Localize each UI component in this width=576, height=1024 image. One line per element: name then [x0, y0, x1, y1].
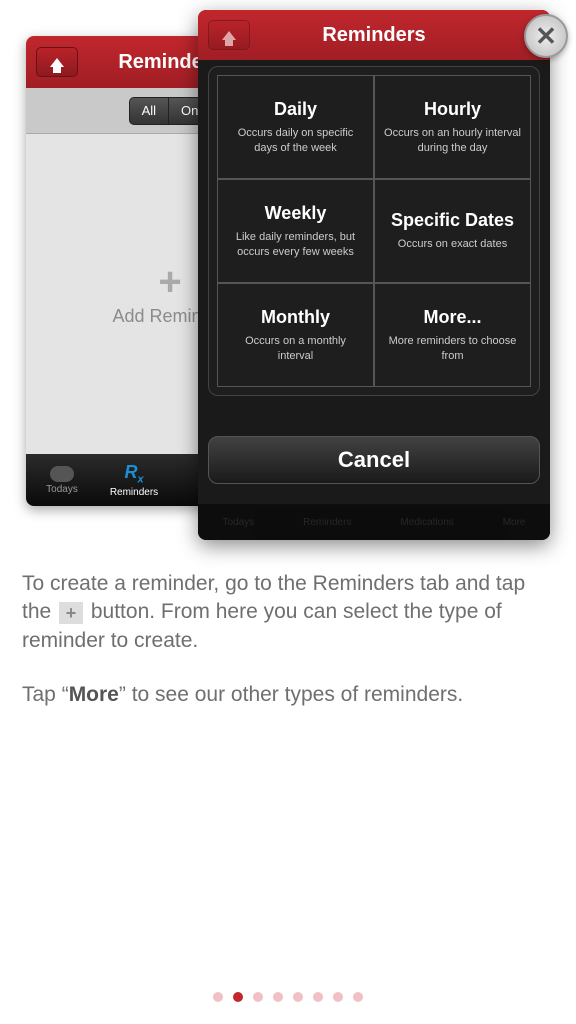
tab-todays[interactable]: Todays [26, 466, 98, 495]
option-title: More... [423, 307, 481, 328]
option-title: Hourly [424, 99, 481, 120]
screenshot-stage: Reminders All On + Add Reminder Todays R… [0, 0, 576, 540]
option-desc: Occurs daily on specific days of the wee… [226, 126, 365, 155]
option-title: Weekly [265, 203, 327, 224]
option-desc: Occurs on exact dates [398, 237, 507, 251]
option-more[interactable]: More... More reminders to choose from [374, 283, 531, 387]
home-icon [50, 58, 64, 67]
option-title: Daily [274, 99, 317, 120]
inline-plus-icon: + [59, 602, 83, 624]
header-bar-front: Reminders [198, 10, 550, 60]
phone-frame-front: Reminders Add Reminder Daily Occurs dail… [198, 10, 550, 540]
option-desc: Like daily reminders, but occurs every f… [226, 230, 365, 259]
modal-area: Daily Occurs daily on specific days of t… [208, 66, 540, 520]
page-dot[interactable] [293, 992, 303, 1002]
option-desc: Occurs on a monthly interval [226, 334, 365, 363]
front-tab: Medications [400, 517, 453, 528]
segment-all[interactable]: All [129, 97, 169, 125]
front-tab: More [503, 517, 526, 528]
home-button-front[interactable] [208, 20, 250, 50]
cloud-icon [50, 466, 74, 482]
text-bold: More [69, 683, 119, 706]
instruction-paragraph-1: To create a reminder, go to the Reminder… [22, 570, 554, 655]
option-title: Monthly [261, 307, 330, 328]
pagination-dots [0, 992, 576, 1002]
option-specific-dates[interactable]: Specific Dates Occurs on exact dates [374, 179, 531, 283]
option-hourly[interactable]: Hourly Occurs on an hourly interval duri… [374, 75, 531, 179]
page-dot[interactable] [313, 992, 323, 1002]
instruction-paragraph-2: Tap “More” to see our other types of rem… [22, 681, 554, 709]
tab-label: Reminders [110, 487, 158, 498]
close-button[interactable]: ✕ [524, 14, 568, 58]
page-dot[interactable] [353, 992, 363, 1002]
reminder-type-panel: Daily Occurs daily on specific days of t… [208, 66, 540, 396]
text-span: button. From here you can select the typ… [22, 600, 502, 651]
page-dot[interactable] [213, 992, 223, 1002]
page-dot-active[interactable] [233, 992, 243, 1002]
option-monthly[interactable]: Monthly Occurs on a monthly interval [217, 283, 374, 387]
header-title-front: Reminders [322, 24, 425, 47]
tab-bar-front: Todays Reminders Medications More [198, 504, 550, 540]
instruction-text: To create a reminder, go to the Reminder… [0, 540, 576, 709]
tab-reminders[interactable]: Rx Reminders [98, 462, 170, 499]
option-weekly[interactable]: Weekly Like daily reminders, but occurs … [217, 179, 374, 283]
option-daily[interactable]: Daily Occurs daily on specific days of t… [217, 75, 374, 179]
option-title: Specific Dates [391, 210, 514, 231]
front-tab: Reminders [303, 517, 351, 528]
text-span: Tap “ [22, 683, 69, 706]
tab-label: Todays [46, 484, 78, 495]
text-span: ” to see our other types of reminders. [119, 683, 463, 706]
plus-icon[interactable]: + [158, 262, 181, 302]
rx-icon: Rx [124, 462, 143, 486]
cancel-button[interactable]: Cancel [208, 436, 540, 484]
front-tab: Todays [222, 517, 254, 528]
option-desc: Occurs on an hourly interval during the … [383, 126, 522, 155]
close-icon: ✕ [535, 21, 557, 52]
page-dot[interactable] [333, 992, 343, 1002]
reminder-type-grid: Daily Occurs daily on specific days of t… [217, 75, 531, 387]
page-dot[interactable] [253, 992, 263, 1002]
page-dot[interactable] [273, 992, 283, 1002]
home-icon [222, 31, 236, 40]
option-desc: More reminders to choose from [383, 334, 522, 363]
